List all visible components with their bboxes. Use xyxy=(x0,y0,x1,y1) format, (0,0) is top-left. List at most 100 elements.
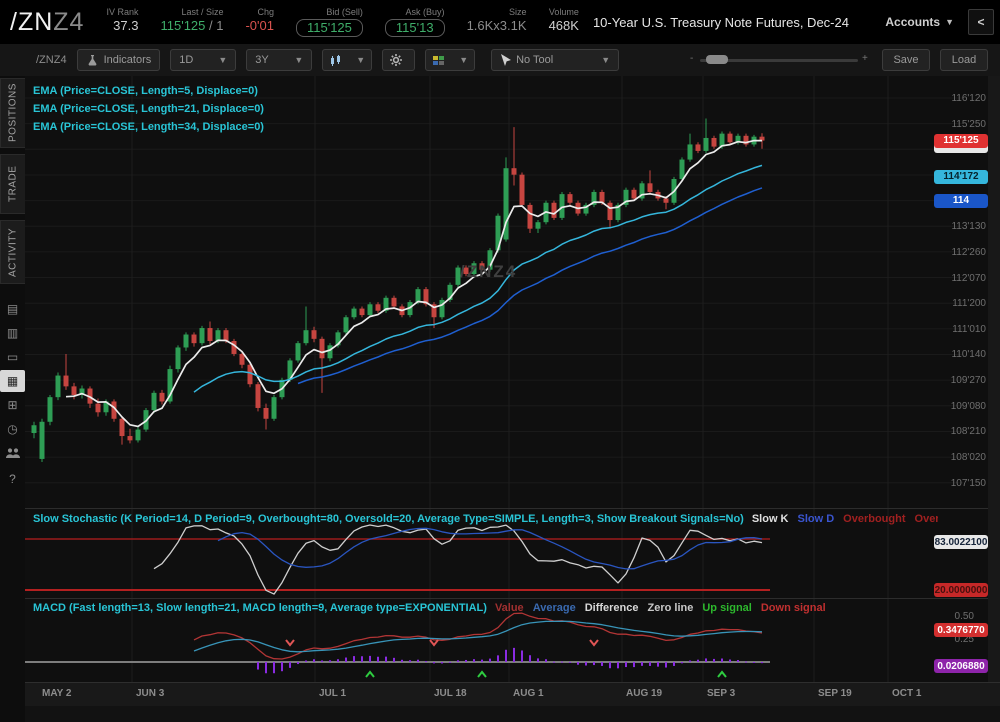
macd-difference-badge: 0.0206880 xyxy=(934,659,988,673)
panel-divider[interactable] xyxy=(25,508,1000,509)
field-value: 1.6Kx3.1K xyxy=(467,18,527,34)
trading-platform-window: /ZNZ4 IV Rank37.3 Last / Size115'125 / 1 C… xyxy=(0,0,1000,722)
stoch-legend-slow-d: Slow D xyxy=(798,513,835,525)
price-axis[interactable]: 116'120 115'250 113'130 112'260 112'070 111'2… xyxy=(930,76,1000,508)
chart-settings-button[interactable] xyxy=(382,49,415,71)
symbol-suffix: Z4 xyxy=(53,8,84,36)
watermark: /ZNZ4 xyxy=(460,262,517,282)
field-value: 468K xyxy=(549,18,579,34)
chevron-down-icon: ▼ xyxy=(218,55,227,65)
zoom-in-icon[interactable]: + xyxy=(862,53,868,64)
field-label: Last / Size xyxy=(181,7,223,18)
price-axis-label: 116'120 xyxy=(951,93,986,104)
macd-value-badge: 0.3476770 xyxy=(934,623,988,637)
time-axis-label: OCT 1 xyxy=(892,688,921,699)
drawing-tool-select[interactable]: No Tool ▼ xyxy=(491,49,619,71)
field-label: IV Rank xyxy=(106,7,138,18)
time-axis[interactable]: MAY 2JUN 3JUL 1JUL 18AUG 1AUG 19SEP 3SEP… xyxy=(25,682,1000,706)
time-axis-label: JUL 18 xyxy=(434,688,467,699)
field-value: 115'125 / 1 xyxy=(160,18,223,34)
macd-study-label[interactable]: MACD (Fast length=13, Slow length=21, MA… xyxy=(33,602,487,614)
grid-icon[interactable]: ⊞ xyxy=(0,394,25,416)
monitor-icon[interactable]: ▭ xyxy=(0,346,25,368)
ema-study-label[interactable]: EMA (Price=CLOSE, Length=21, Displace=0) xyxy=(33,100,264,118)
indicators-button[interactable]: Indicators xyxy=(77,49,161,71)
field-value: 37.3 xyxy=(113,18,138,34)
macd-axis-tick: 0.50 xyxy=(955,611,974,622)
macd-legend-value: Value xyxy=(495,602,524,614)
chevron-down-icon: ▼ xyxy=(601,55,610,65)
price-axis-label: 107'150 xyxy=(951,478,986,489)
pattern-icon[interactable]: ▦ xyxy=(0,370,25,392)
chart-style-button[interactable]: ▼ xyxy=(425,49,475,71)
time-axis-label: JUL 1 xyxy=(319,688,346,699)
field-label: Size xyxy=(509,7,527,18)
sidebar-tab-activity[interactable]: ACTIVITY xyxy=(0,220,25,284)
price-axis-label: 112'070 xyxy=(951,273,986,284)
quote-field-iv-rank: IV Rank37.3 xyxy=(106,7,138,37)
save-button[interactable]: Save xyxy=(882,49,930,71)
field-label: Ask (Buy) xyxy=(406,7,445,18)
timeframe-select[interactable]: 1D▼ xyxy=(170,49,236,71)
time-axis-label: SEP 3 xyxy=(707,688,735,699)
zoom-slider-handle[interactable] xyxy=(706,55,728,64)
zoom-out-icon[interactable]: - xyxy=(690,53,693,64)
time-axis-label: AUG 1 xyxy=(513,688,544,699)
sidebar-tab-positions[interactable]: POSITIONS xyxy=(0,78,25,148)
quote-field-size: Size1.6Kx3.1K xyxy=(467,7,527,37)
price-axis-label: 113'130 xyxy=(951,221,986,232)
panel-divider[interactable] xyxy=(25,598,1000,599)
price-axis-label: 112'260 xyxy=(951,247,986,258)
help-icon[interactable]: ? xyxy=(0,468,25,490)
price-axis-label: 111'200 xyxy=(952,298,986,309)
stoch-study-label[interactable]: Slow Stochastic (K Period=14, D Period=9… xyxy=(33,513,744,525)
chevron-down-icon: ▼ xyxy=(459,55,468,65)
quote-field-ask-buy-[interactable]: Ask (Buy)115'13 xyxy=(385,7,445,37)
quote-fields: IV Rank37.3 Last / Size115'125 / 1 Chg-0'0… xyxy=(84,7,578,37)
zoom-slider[interactable]: - + xyxy=(690,57,870,63)
chart-canvas[interactable] xyxy=(25,76,1000,682)
quote-field-volume: Volume468K xyxy=(549,7,579,37)
field-value[interactable]: 115'13 xyxy=(385,19,445,37)
price-axis-label: 108'020 xyxy=(951,452,986,463)
accounts-menu[interactable]: Accounts▼ xyxy=(885,15,954,29)
macd-legend-down-signal: Down signal xyxy=(761,602,826,614)
field-value[interactable]: 115'125 xyxy=(296,19,363,37)
gear-icon xyxy=(389,53,403,67)
time-axis-label: SEP 19 xyxy=(818,688,852,699)
collapse-panel-button[interactable]: < xyxy=(968,9,994,35)
community-icon[interactable] xyxy=(0,442,25,464)
symbol-main: /ZN xyxy=(10,8,53,36)
list-icon[interactable]: ▥ xyxy=(0,322,25,344)
range-select[interactable]: 3Y▼ xyxy=(246,49,312,71)
stoch-legend-oversold: Oversold xyxy=(915,513,938,525)
macd-legend-zero-line: Zero line xyxy=(648,602,694,614)
cursor-icon xyxy=(500,54,511,67)
flask-icon xyxy=(86,54,99,67)
macd-legend-difference: Difference xyxy=(585,602,639,614)
price-badge: 114'172 xyxy=(934,170,988,184)
chart-panel: /ZNZ4 EMA (Price=CLOSE, Length=5, Displa… xyxy=(25,76,1000,722)
stoch-legend-overbought: Overbought xyxy=(843,513,905,525)
clock-icon[interactable]: ◷ xyxy=(0,418,25,440)
quote-header: /ZNZ4 IV Rank37.3 Last / Size115'125 / 1 C… xyxy=(0,0,1000,44)
quote-field-chg: Chg-0'01 xyxy=(245,7,274,37)
news-icon[interactable]: ▤ xyxy=(0,298,25,320)
ema-study-label[interactable]: EMA (Price=CLOSE, Length=34, Displace=0) xyxy=(33,118,264,136)
field-label: Bid (Sell) xyxy=(326,7,363,18)
quote-field-bid-sell-[interactable]: Bid (Sell)115'125 xyxy=(296,7,363,37)
style-grid-icon xyxy=(432,54,446,67)
load-button[interactable]: Load xyxy=(940,49,988,71)
ema-study-label[interactable]: EMA (Price=CLOSE, Length=5, Displace=0) xyxy=(33,82,264,100)
chevron-down-icon: ▼ xyxy=(294,55,303,65)
price-badge: 115'125 xyxy=(934,134,988,148)
field-label: Volume xyxy=(549,7,579,18)
sidebar-tab-trade[interactable]: TRADE xyxy=(0,154,25,214)
bottom-strip xyxy=(25,705,1000,722)
header-right: Accounts▼ < xyxy=(885,9,1000,35)
chart-type-button[interactable]: ▼ xyxy=(322,49,372,71)
field-value: -0'01 xyxy=(245,18,274,34)
toolbar-symbol: /ZNZ4 xyxy=(36,54,67,66)
stoch-oversold-badge: 20.0000000 xyxy=(934,583,988,597)
price-axis-label: 115'250 xyxy=(951,119,986,130)
